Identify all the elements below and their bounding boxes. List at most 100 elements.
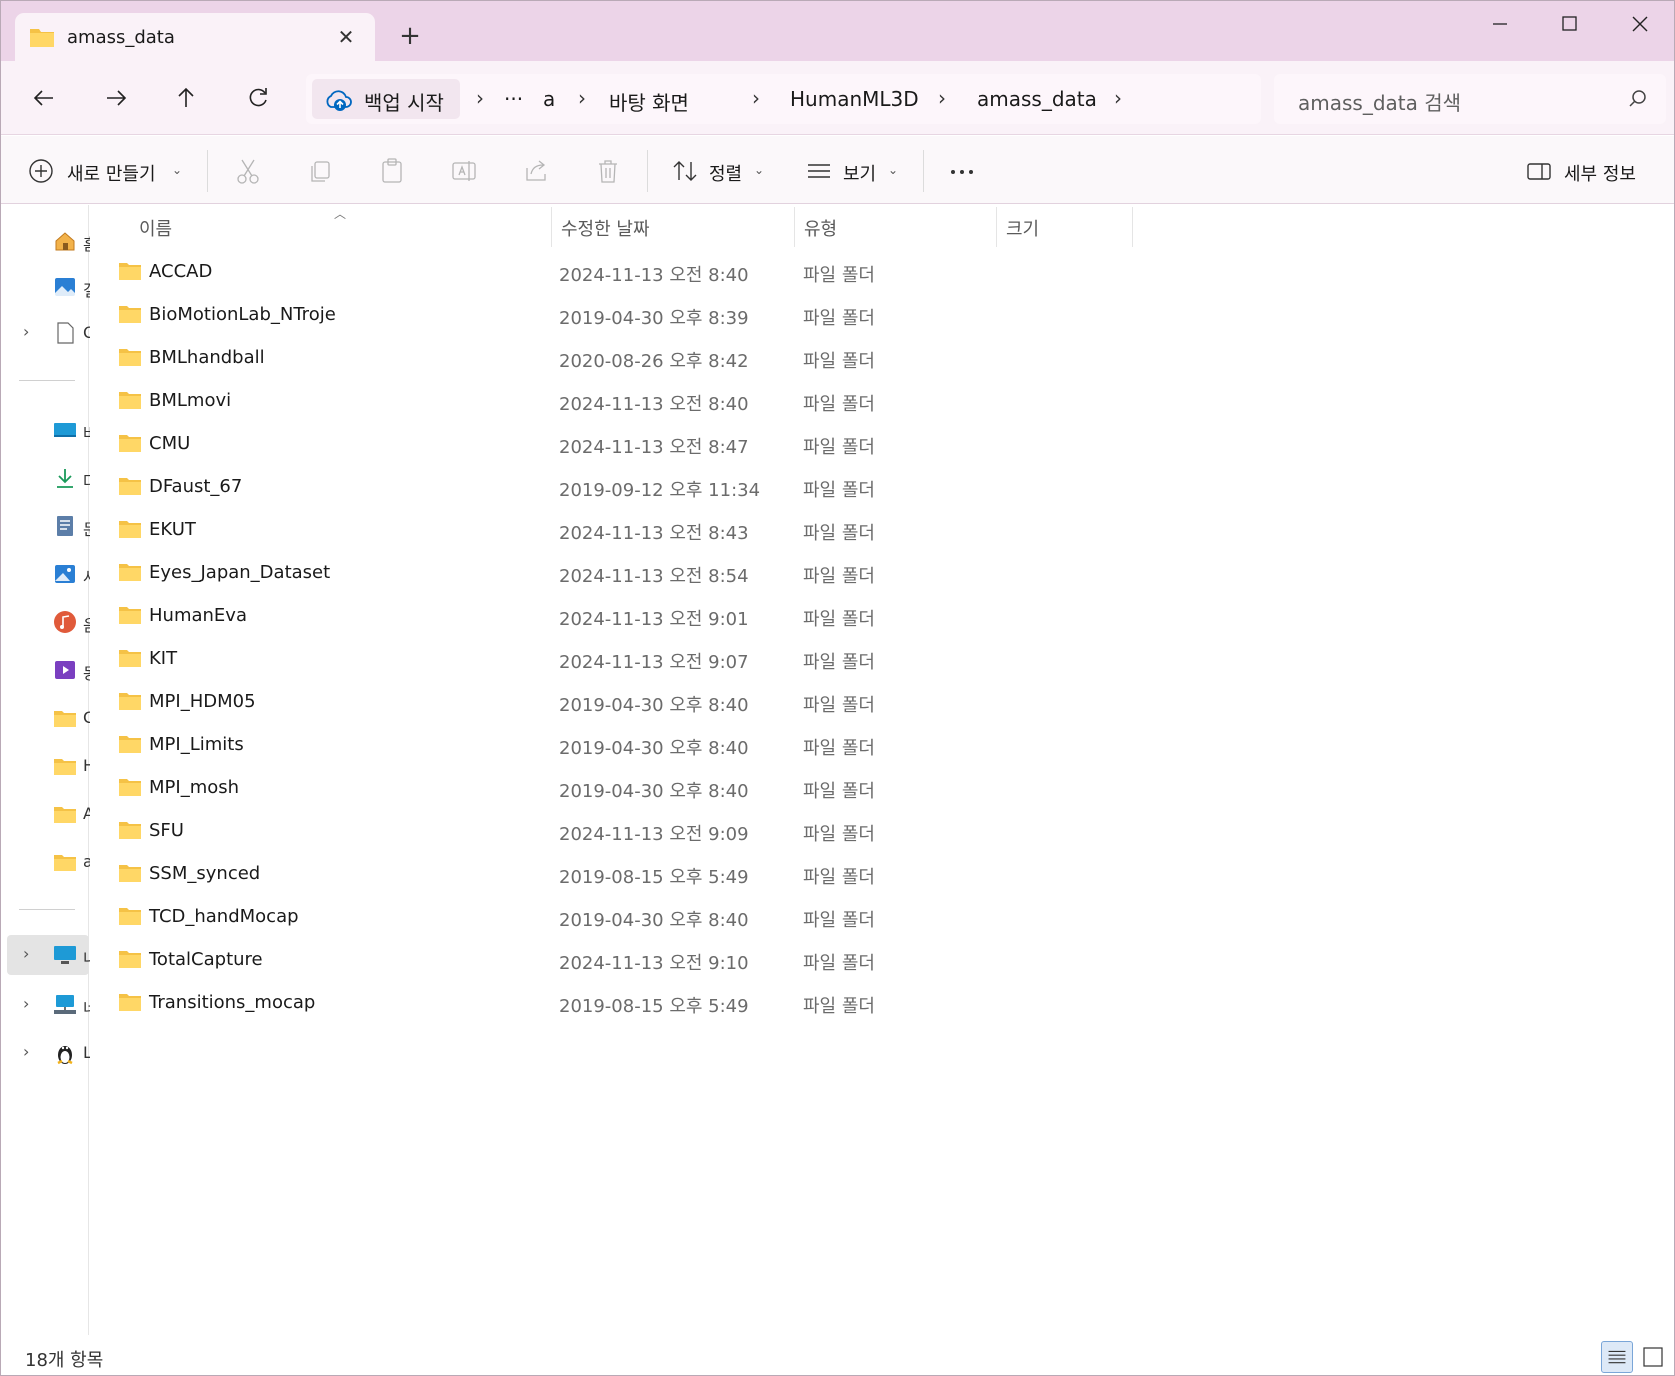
file-type: 파일 폴더 — [803, 824, 875, 845]
more-options-icon[interactable] — [947, 156, 977, 186]
sidebar-item-music[interactable]: 음 — [1, 602, 98, 642]
sidebar-item-linux[interactable]: › L — [1, 1033, 92, 1073]
sidebar-item-pictures[interactable]: 사 — [1, 554, 98, 594]
copy-icon[interactable] — [307, 156, 333, 186]
sidebar-item-gallery[interactable]: 갤 — [1, 267, 98, 307]
tab-amass-data[interactable]: amass_data ✕ — [15, 13, 375, 61]
details-view-icon[interactable] — [1601, 1341, 1633, 1373]
sidebar-item-videos[interactable]: 동 — [1, 650, 98, 690]
details-pane-icon[interactable] — [1525, 156, 1553, 186]
large-icons-view-icon[interactable] — [1637, 1341, 1669, 1373]
file-row[interactable]: BioMotionLab_NTroje 2019-04-30 오후 8:39 파일 … — [112, 294, 1612, 336]
sort-icon[interactable] — [671, 156, 701, 186]
cloud-upload-icon — [326, 90, 352, 111]
file-row[interactable]: Transitions_mocap 2019-08-15 오후 5:49 파일 폴더 — [112, 982, 1612, 1024]
new-plus-icon[interactable] — [27, 156, 55, 186]
this-pc-icon — [54, 946, 76, 964]
sidebar-item-folder[interactable]: C — [1, 698, 94, 738]
search-box[interactable]: amass_data 검색 — [1274, 74, 1666, 124]
sidebar-item-desktop[interactable]: 바 — [1, 410, 98, 450]
file-name: MPI_HDM05 — [149, 691, 256, 712]
new-tab-button[interactable]: + — [395, 21, 425, 51]
backup-button[interactable]: 백업 시작 — [312, 79, 460, 119]
file-row[interactable]: HumanEva 2024-11-13 오전 9:01 파일 폴더 — [112, 595, 1612, 637]
close-tab-button[interactable]: ✕ — [333, 24, 359, 50]
sidebar-item-onedrive[interactable]: › O — [1, 313, 96, 353]
file-row[interactable]: KIT 2024-11-13 오전 9:07 파일 폴더 — [112, 638, 1612, 680]
file-row[interactable]: MPI_mosh 2019-04-30 오후 8:40 파일 폴더 — [112, 767, 1612, 809]
file-row[interactable]: CMU 2024-11-13 오전 8:47 파일 폴더 — [112, 423, 1612, 465]
sidebar-item-home[interactable]: 홈 — [1, 221, 98, 261]
file-row[interactable]: SSM_synced 2019-08-15 오후 5:49 파일 폴더 — [112, 853, 1612, 895]
share-icon[interactable] — [523, 156, 549, 186]
file-row[interactable]: DFaust_67 2019-09-12 오후 11:34 파일 폴더 — [112, 466, 1612, 508]
sidebar-item-network[interactable]: › 네 — [1, 985, 98, 1025]
column-header-type[interactable]: 유형 — [804, 215, 837, 241]
forward-button[interactable] — [101, 83, 131, 113]
view-button[interactable]: 보기 — [843, 160, 876, 186]
up-button[interactable] — [171, 83, 201, 113]
file-type: 파일 폴더 — [803, 910, 875, 931]
chevron-right-icon[interactable]: › — [23, 994, 29, 1013]
view-icon[interactable] — [805, 156, 833, 186]
breadcrumb-amass-data[interactable]: amass_data — [977, 87, 1097, 111]
file-row[interactable]: MPI_Limits 2019-04-30 오후 8:40 파일 폴더 — [112, 724, 1612, 766]
column-header-name[interactable]: 이름 — [139, 215, 172, 241]
file-type: 파일 폴더 — [803, 652, 875, 673]
folder-icon — [119, 693, 141, 710]
column-divider[interactable] — [1132, 207, 1133, 247]
chevron-right-icon: › — [578, 86, 586, 110]
navigation-pane: 홈 갤 › O 바 다 — [1, 205, 98, 1335]
column-divider[interactable] — [794, 207, 795, 247]
chevron-right-icon[interactable]: › — [1114, 86, 1122, 110]
file-type: 파일 폴더 — [803, 867, 875, 888]
file-modified-date: 2019-04-30 오후 8:40 — [559, 738, 749, 759]
column-divider[interactable] — [996, 207, 997, 247]
details-button[interactable]: 세부 정보 — [1564, 160, 1636, 186]
breadcrumb-desktop[interactable]: 바탕 화면 — [609, 87, 689, 116]
folder-icon — [30, 29, 54, 47]
column-header-size[interactable]: 크기 — [1006, 215, 1039, 241]
sidebar-item-documents[interactable]: 문 — [1, 506, 98, 546]
breadcrumb-a[interactable]: a — [543, 87, 555, 111]
file-row[interactable]: Eyes_Japan_Dataset 2024-11-13 오전 8:54 파일 폴… — [112, 552, 1612, 594]
file-row[interactable]: SFU 2024-11-13 오전 9:09 파일 폴더 — [112, 810, 1612, 852]
file-row[interactable]: ACCAD 2024-11-13 오전 8:40 파일 폴더 — [112, 251, 1612, 293]
file-row[interactable]: MPI_HDM05 2019-04-30 오후 8:40 파일 폴더 — [112, 681, 1612, 723]
sort-button[interactable]: 정렬 — [709, 160, 742, 186]
column-header-date[interactable]: 수정한 날짜 — [561, 215, 650, 241]
sidebar-item-folder[interactable]: a — [1, 842, 93, 882]
chevron-right-icon[interactable]: › — [23, 944, 29, 963]
file-name: SSM_synced — [149, 863, 261, 884]
minimize-button[interactable] — [1469, 9, 1529, 39]
breadcrumb-humanml3d[interactable]: HumanML3D — [790, 87, 919, 111]
file-row[interactable]: BMLhandball 2020-08-26 오후 8:42 파일 폴더 — [112, 337, 1612, 379]
file-row[interactable]: BMLmovi 2024-11-13 오전 8:40 파일 폴더 — [112, 380, 1612, 422]
file-name: Eyes_Japan_Dataset — [149, 562, 331, 583]
paste-icon[interactable] — [379, 156, 405, 186]
back-button[interactable] — [29, 83, 59, 113]
chevron-right-icon[interactable]: › — [23, 1042, 29, 1061]
chevron-right-icon[interactable]: › — [23, 322, 29, 341]
file-type: 파일 폴더 — [803, 781, 875, 802]
maximize-button[interactable] — [1539, 9, 1599, 39]
sidebar-item-folder[interactable]: H — [1, 746, 95, 786]
address-bar[interactable]: 백업 시작 › ··· a › 바탕 화면 › HumanML3D › amas… — [306, 74, 1261, 124]
rename-icon[interactable] — [451, 156, 477, 186]
sidebar-item-this-pc[interactable]: › 내 — [7, 935, 98, 975]
file-row[interactable]: TCD_handMocap 2019-04-30 오후 8:40 파일 폴더 — [112, 896, 1612, 938]
cut-icon[interactable] — [235, 156, 261, 186]
file-list: ︿ 이름 수정한 날짜 유형 크기 ACCAD 2024-11-13 오전 8:4… — [90, 205, 1674, 1335]
sidebar-item-downloads[interactable]: 다 — [1, 458, 98, 498]
column-divider[interactable] — [551, 207, 552, 247]
close-window-button[interactable] — [1609, 9, 1669, 39]
file-row[interactable]: EKUT 2024-11-13 오전 8:43 파일 폴더 — [112, 509, 1612, 551]
home-icon — [55, 232, 75, 251]
sidebar-divider — [19, 909, 75, 910]
breadcrumb-overflow[interactable]: ··· — [504, 87, 523, 111]
refresh-button[interactable] — [243, 83, 273, 113]
file-row[interactable]: TotalCapture 2024-11-13 오전 9:10 파일 폴더 — [112, 939, 1612, 981]
sidebar-item-folder[interactable]: A — [1, 794, 94, 834]
new-button[interactable]: 새로 만들기 — [67, 160, 156, 186]
delete-icon[interactable] — [595, 156, 621, 186]
